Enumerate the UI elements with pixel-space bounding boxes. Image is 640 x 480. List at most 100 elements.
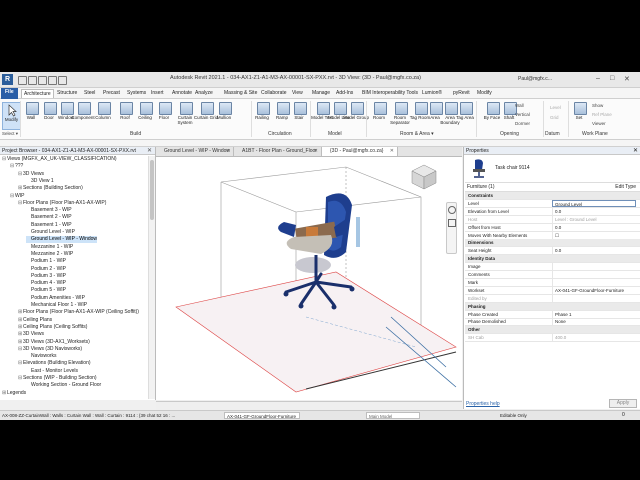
column-button[interactable]: Column: [94, 102, 112, 128]
tree-item[interactable]: 3D View 1: [26, 178, 54, 185]
tree-item[interactable]: Podium 1 - WIP: [26, 258, 66, 265]
tree-item[interactable]: Navisworks: [26, 353, 57, 360]
view-tab[interactable]: A1BT - Floor Plan - Ground_Floor ✕: [234, 147, 322, 156]
property-group[interactable]: Dimensions: [465, 239, 640, 248]
instance-count[interactable]: Furniture (1): [467, 184, 495, 190]
property-value[interactable]: [552, 278, 636, 286]
tab-analyze[interactable]: Analyze: [193, 89, 215, 97]
tab-lumion[interactable]: Lumion®: [420, 89, 444, 97]
tab-architecture[interactable]: Architecture: [21, 89, 54, 98]
tree-item[interactable]: ⊞Legends: [2, 390, 26, 397]
tree-item[interactable]: Podium Amenities - WIP: [26, 295, 85, 302]
close-icon[interactable]: ✕: [633, 147, 638, 155]
open-icon[interactable]: [18, 76, 27, 85]
chair-armrest-left[interactable]: [278, 222, 296, 237]
property-group[interactable]: Constraints: [465, 192, 640, 200]
design-option-select[interactable]: Main Model: [366, 412, 420, 419]
stair-button[interactable]: Stair: [290, 102, 308, 128]
scroll-thumb[interactable]: [150, 160, 154, 220]
property-value[interactable]: 0.0: [552, 247, 636, 255]
tree-item[interactable]: ⊞Sections (Building Section): [18, 185, 83, 192]
selection-filter-count[interactable]: 0: [622, 412, 625, 418]
close-tab-icon[interactable]: ✕: [314, 147, 318, 156]
property-value[interactable]: Ground Level: [552, 199, 636, 207]
room-button[interactable]: Room: [370, 102, 388, 128]
tree-item[interactable]: ⊞3D Views: [18, 331, 44, 338]
tree-item[interactable]: Podium 5 - WIP: [26, 287, 66, 294]
property-value[interactable]: [552, 263, 636, 271]
tree-item[interactable]: ⊟Sections (WIP - Building Section): [18, 375, 97, 382]
close-icon[interactable]: ✕: [147, 147, 152, 155]
tab-systems[interactable]: Systems: [125, 89, 148, 97]
close-tab-icon[interactable]: ✕: [390, 147, 394, 156]
tree-item[interactable]: ⊞Floor Plans (Floor Plan-AX1-AX-WIP (Cei…: [18, 309, 139, 316]
tree-item[interactable]: ⊟3D Views: [18, 171, 44, 178]
apply-button[interactable]: Apply: [609, 399, 637, 408]
viewcube[interactable]: [406, 161, 442, 196]
tree-item[interactable]: ⊟Views (MGFX_AX_UK-VIEW_CLASSIFICATION): [2, 156, 117, 163]
tree-item[interactable]: Mezzanine 2 - WIP: [26, 251, 73, 258]
tree-item[interactable]: Basement 3 - WIP: [26, 207, 72, 214]
tree-item[interactable]: Basement 2 - WIP: [26, 214, 72, 221]
view-tab[interactable]: {3D - Paul@mgfx.co.za} ✕: [322, 147, 398, 156]
print-icon[interactable]: [58, 76, 67, 85]
curtain-system-button[interactable]: Curtain System: [176, 102, 194, 128]
tab-steel[interactable]: Steel: [82, 89, 97, 97]
property-group[interactable]: Phasing: [465, 302, 640, 311]
tab-bim-interoperability-tools[interactable]: BIM Interoperability Tools: [360, 89, 420, 97]
tree-item[interactable]: Mechanical Floor 1 - WIP: [26, 302, 87, 309]
undo-icon[interactable]: [38, 76, 47, 85]
grid-button[interactable]: Grid: [550, 115, 559, 120]
save-icon[interactable]: [28, 76, 37, 85]
user-account[interactable]: Paul@mgfx.c...: [518, 76, 552, 82]
view-tab[interactable]: Ground Level - WIP - Window ✕: [156, 147, 234, 156]
tree-item[interactable]: Ground Level - WIP - Window: [26, 236, 98, 244]
viewer-button[interactable]: Viewer: [592, 121, 606, 126]
close-icon[interactable]: ✕: [624, 75, 630, 83]
tab-add-ins[interactable]: Add-Ins: [334, 89, 355, 97]
model-group-button[interactable]: Model Group: [343, 102, 369, 128]
tree-item[interactable]: ⊟Elevations (Building Elevation): [18, 360, 91, 367]
tab-massing-site[interactable]: Massing & Site: [222, 89, 259, 97]
mullion-button[interactable]: Mullion: [215, 102, 233, 128]
tree-item[interactable]: ⊟WIP: [10, 193, 24, 200]
tree-item[interactable]: ⊟???: [10, 163, 23, 170]
steering-wheel-icon[interactable]: [448, 206, 456, 214]
property-value[interactable]: Phase 1: [552, 310, 636, 318]
tab-precast[interactable]: Precast: [101, 89, 122, 97]
tree-item[interactable]: Basement 1 - WIP: [26, 222, 72, 229]
ref-plane-button[interactable]: Ref Plane: [592, 112, 612, 117]
property-value[interactable]: None: [552, 318, 636, 326]
tree-item[interactable]: ⊟3D Views (3D Navisworks): [18, 346, 82, 353]
maximize-icon[interactable]: □: [610, 75, 614, 82]
3d-viewport[interactable]: [156, 157, 462, 400]
opening-vertical-button[interactable]: Vertical: [515, 112, 530, 117]
property-value[interactable]: 0.0: [552, 207, 636, 215]
redo-icon[interactable]: [48, 76, 57, 85]
level-button[interactable]: Level: [550, 105, 561, 110]
tree-item[interactable]: Podium 3 - WIP: [26, 273, 66, 280]
browser-scrollbar[interactable]: [148, 156, 155, 399]
tag-area-button[interactable]: Tag Area: [456, 102, 474, 128]
opening-wall-button[interactable]: Wall: [515, 103, 524, 108]
tab-structure[interactable]: Structure: [55, 89, 79, 97]
viewcube-icon[interactable]: [406, 161, 442, 191]
active-workset-select[interactable]: AX-041-GF-GroundFloor-Furniture: [224, 412, 300, 419]
set-workplane-button[interactable]: Set: [570, 102, 588, 128]
type-selector[interactable]: Task chair 9114: [465, 156, 640, 183]
tab-insert[interactable]: Insert: [149, 89, 166, 97]
tree-item[interactable]: Ground Level - WIP: [26, 229, 75, 236]
tab-view[interactable]: View: [290, 89, 305, 97]
tree-item[interactable]: Mezzanine 1 - WIP: [26, 244, 73, 251]
instance-filter[interactable]: Furniture (1) Edit Type: [465, 183, 640, 192]
navigation-bar[interactable]: [446, 202, 457, 254]
tab-collaborate[interactable]: Collaborate: [259, 89, 289, 97]
tree-item[interactable]: Podium 4 - WIP: [26, 280, 66, 287]
revit-logo-icon[interactable]: R: [2, 74, 13, 85]
editable-only-checkbox[interactable]: Editable Only: [500, 413, 527, 418]
property-value[interactable]: AX-041-GF-GroundFloor-Furniture: [552, 286, 636, 294]
tree-item[interactable]: East - Monitor Levels: [26, 368, 78, 375]
minimize-icon[interactable]: –: [596, 75, 600, 82]
tree-item[interactable]: ⊟Floor Plans (Floor Plan-AX1-AX-WIP): [18, 200, 106, 207]
show-workplane-button[interactable]: Show: [592, 103, 603, 108]
